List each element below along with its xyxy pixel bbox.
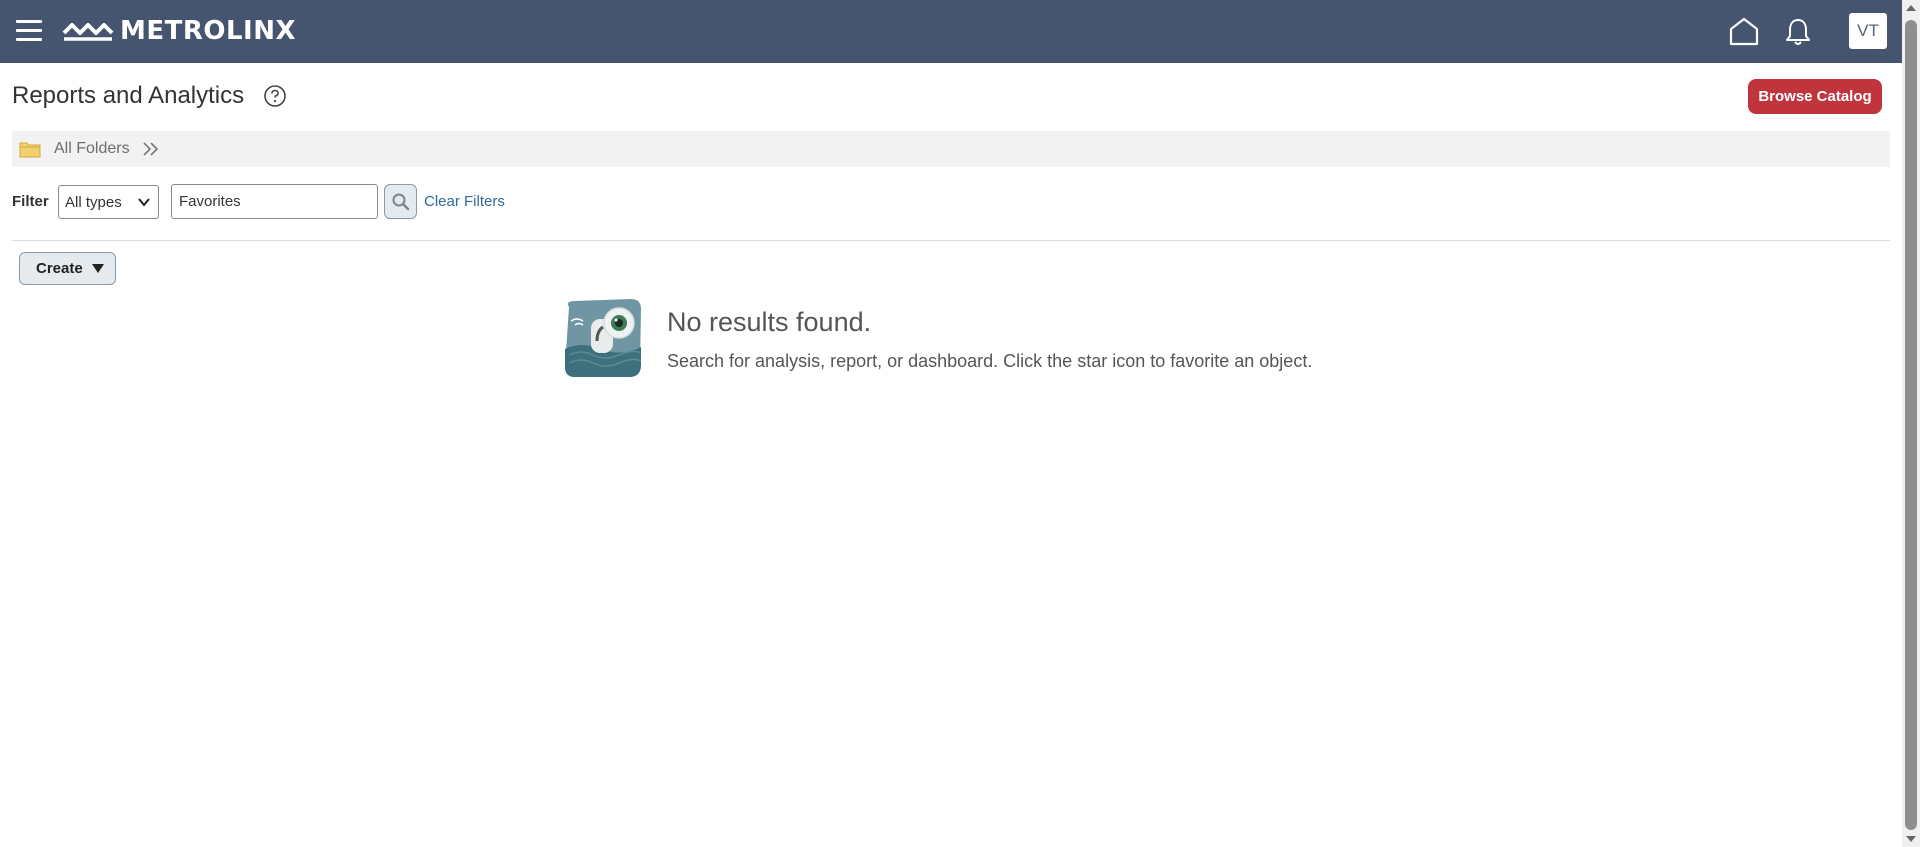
- scroll-down-arrow-icon[interactable]: [1905, 834, 1917, 844]
- hamburger-menu-icon[interactable]: [16, 20, 42, 42]
- empty-state-message: Search for analysis, report, or dashboar…: [667, 351, 1313, 371]
- create-button[interactable]: Create: [19, 252, 116, 285]
- help-question-icon[interactable]: [263, 84, 287, 108]
- chevron-down-icon: [138, 198, 150, 207]
- metrolinx-logo[interactable]: METROLINX: [62, 16, 296, 46]
- avatar[interactable]: VT: [1849, 13, 1887, 49]
- folder-icon: [19, 142, 41, 158]
- bell-icon[interactable]: [1784, 16, 1812, 46]
- breadcrumb: All Folders: [12, 131, 1890, 167]
- home-icon[interactable]: [1728, 16, 1760, 46]
- create-button-label: Create: [36, 260, 83, 277]
- divider: [12, 240, 1890, 241]
- metrolinx-logo-mark-icon: [62, 23, 114, 41]
- top-bar: METROLINX VT: [0, 0, 1902, 63]
- double-chevron-right-icon[interactable]: [142, 141, 160, 157]
- magnifier-icon: [392, 193, 409, 210]
- search-button[interactable]: [384, 184, 417, 219]
- binoculars-illustration: [565, 299, 642, 377]
- browse-catalog-button[interactable]: Browse Catalog: [1748, 79, 1882, 114]
- type-select-value: All types: [65, 193, 122, 211]
- brand-name: METROLINX: [120, 16, 297, 46]
- caret-down-icon: [91, 263, 104, 273]
- empty-state-title: No results found.: [667, 307, 872, 337]
- clear-filters-link[interactable]: Clear Filters: [424, 193, 505, 210]
- scrollbar-thumb[interactable]: [1905, 20, 1917, 830]
- breadcrumb-all-folders[interactable]: All Folders: [54, 140, 130, 158]
- filter-label: Filter: [12, 193, 49, 210]
- scroll-up-arrow-icon[interactable]: [1905, 3, 1917, 13]
- page-title: Reports and Analytics: [12, 82, 245, 109]
- search-input[interactable]: [171, 184, 378, 219]
- type-select[interactable]: All types: [58, 185, 159, 219]
